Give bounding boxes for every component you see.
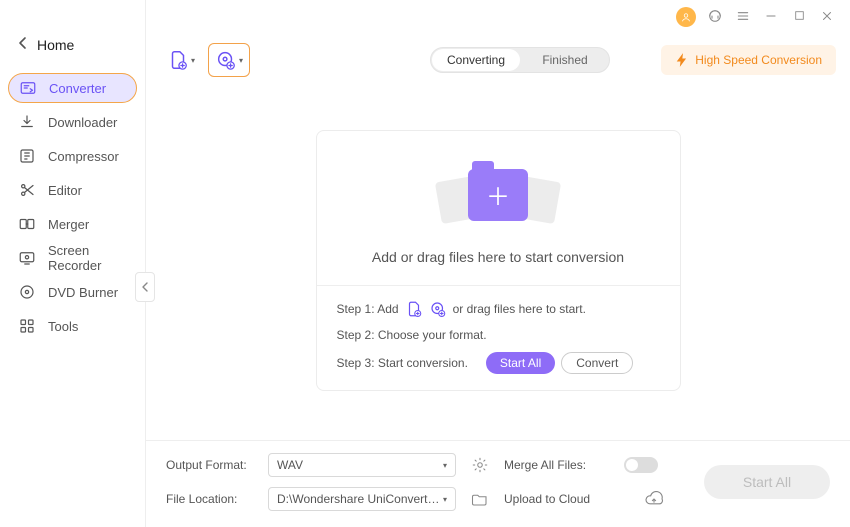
- file-location-value: D:\Wondershare UniConverter 1: [277, 492, 443, 506]
- sidebar-item-label: Screen Recorder: [48, 243, 127, 273]
- output-format-value: WAV: [277, 458, 303, 472]
- button-label: Start All: [500, 356, 541, 370]
- merger-icon: [18, 215, 36, 233]
- sidebar-item-editor[interactable]: Editor: [8, 175, 137, 205]
- step-2: Step 2: Choose your format.: [337, 328, 660, 342]
- start-all-pill[interactable]: Start All: [486, 352, 555, 374]
- high-speed-conversion-button[interactable]: High Speed Conversion: [661, 45, 836, 75]
- tab-label: Converting: [447, 53, 505, 67]
- tab-segmented: Converting Finished: [430, 47, 610, 73]
- add-file-icon: [167, 49, 189, 71]
- converter-icon: [19, 79, 37, 97]
- download-icon: [18, 113, 36, 131]
- output-format-label: Output Format:: [166, 458, 258, 472]
- step-1-text-b: or drag files here to start.: [453, 302, 586, 316]
- add-disc-icon[interactable]: [429, 300, 447, 318]
- avatar[interactable]: [676, 7, 696, 27]
- sidebar: Home Converter Downloader Compressor Edi…: [0, 0, 146, 527]
- window-maximize[interactable]: [790, 9, 808, 25]
- grid-icon: [18, 317, 36, 335]
- add-dvd-button[interactable]: ▾: [208, 43, 250, 77]
- sidebar-item-screen-recorder[interactable]: Screen Recorder: [8, 243, 137, 273]
- footer: Output Format: WAV ▾ Merge All Files: St…: [146, 440, 850, 527]
- sidebar-item-converter[interactable]: Converter: [8, 73, 137, 103]
- file-location-label: File Location:: [166, 492, 258, 506]
- output-settings-button[interactable]: [466, 456, 494, 474]
- window-minimize[interactable]: [762, 9, 780, 26]
- add-file-icon[interactable]: [405, 300, 423, 318]
- step-1-text-a: Step 1: Add: [337, 302, 399, 316]
- drop-steps: Step 1: Add or drag files here to start.…: [317, 285, 680, 390]
- sidebar-item-label: Editor: [48, 183, 82, 198]
- chevron-down-icon: ▾: [443, 461, 447, 470]
- support-icon[interactable]: [706, 7, 724, 28]
- sidebar-item-dvd-burner[interactable]: DVD Burner: [8, 277, 137, 307]
- add-file-button[interactable]: ▾: [160, 43, 202, 77]
- home-back[interactable]: Home: [0, 34, 145, 73]
- convert-pill[interactable]: Convert: [561, 352, 633, 374]
- upload-cloud-button[interactable]: [624, 491, 684, 507]
- chevron-down-icon: ▾: [443, 495, 447, 504]
- output-format-select[interactable]: WAV ▾: [268, 453, 456, 477]
- chevron-left-icon: [141, 282, 149, 292]
- sidebar-item-label: DVD Burner: [48, 285, 118, 300]
- home-label: Home: [37, 37, 74, 53]
- file-location-select[interactable]: D:\Wondershare UniConverter 1 ▾: [268, 487, 456, 511]
- sidebar-item-tools[interactable]: Tools: [8, 311, 137, 341]
- step-3-text: Step 3: Start conversion.: [337, 356, 468, 370]
- high-speed-label: High Speed Conversion: [695, 53, 822, 67]
- drop-message: Add or drag files here to start conversi…: [372, 249, 624, 265]
- tab-finished[interactable]: Finished: [521, 48, 609, 72]
- disc-icon: [18, 283, 36, 301]
- tab-converting[interactable]: Converting: [432, 49, 520, 71]
- upload-label: Upload to Cloud: [504, 492, 614, 506]
- bolt-icon: [675, 53, 689, 67]
- button-label: Start All: [743, 474, 791, 490]
- drop-card: ＋ Add or drag files here to start conver…: [316, 130, 681, 391]
- window-close[interactable]: [818, 9, 836, 26]
- titlebar: [146, 0, 850, 34]
- folder-plus-icon: ＋: [438, 155, 558, 235]
- open-folder-button[interactable]: [466, 490, 494, 508]
- toolbar: ▾ ▾ Converting Finished High Speed Conve…: [160, 40, 836, 80]
- chevron-left-icon: [18, 34, 27, 55]
- user-icon: [680, 11, 692, 23]
- merge-label: Merge All Files:: [504, 458, 614, 472]
- chevron-down-icon: ▾: [191, 56, 195, 65]
- sidebar-item-label: Downloader: [48, 115, 117, 130]
- scissors-icon: [18, 181, 36, 199]
- merge-toggle[interactable]: [624, 457, 658, 473]
- sidebar-item-label: Merger: [48, 217, 89, 232]
- tab-label: Finished: [542, 53, 587, 67]
- drop-zone[interactable]: ＋ Add or drag files here to start conver…: [317, 131, 680, 285]
- button-label: Convert: [576, 356, 618, 370]
- start-all-button[interactable]: Start All: [704, 465, 830, 499]
- sidebar-item-merger[interactable]: Merger: [8, 209, 137, 239]
- sidebar-item-label: Tools: [48, 319, 78, 334]
- step-3: Step 3: Start conversion. Start All Conv…: [337, 352, 660, 374]
- compressor-icon: [18, 147, 36, 165]
- sidebar-item-label: Compressor: [48, 149, 119, 164]
- main-area: ▾ ▾ Converting Finished High Speed Conve…: [146, 0, 850, 527]
- screen-recorder-icon: [18, 249, 36, 267]
- chevron-down-icon: ▾: [239, 56, 243, 65]
- sidebar-item-label: Converter: [49, 81, 106, 96]
- step-1: Step 1: Add or drag files here to start.: [337, 300, 660, 318]
- hamburger-menu-icon[interactable]: [734, 8, 752, 27]
- add-disc-icon: [215, 49, 237, 71]
- sidebar-collapse-handle[interactable]: [135, 272, 155, 302]
- sidebar-item-compressor[interactable]: Compressor: [8, 141, 137, 171]
- content-area: ＋ Add or drag files here to start conver…: [146, 80, 850, 440]
- sidebar-item-downloader[interactable]: Downloader: [8, 107, 137, 137]
